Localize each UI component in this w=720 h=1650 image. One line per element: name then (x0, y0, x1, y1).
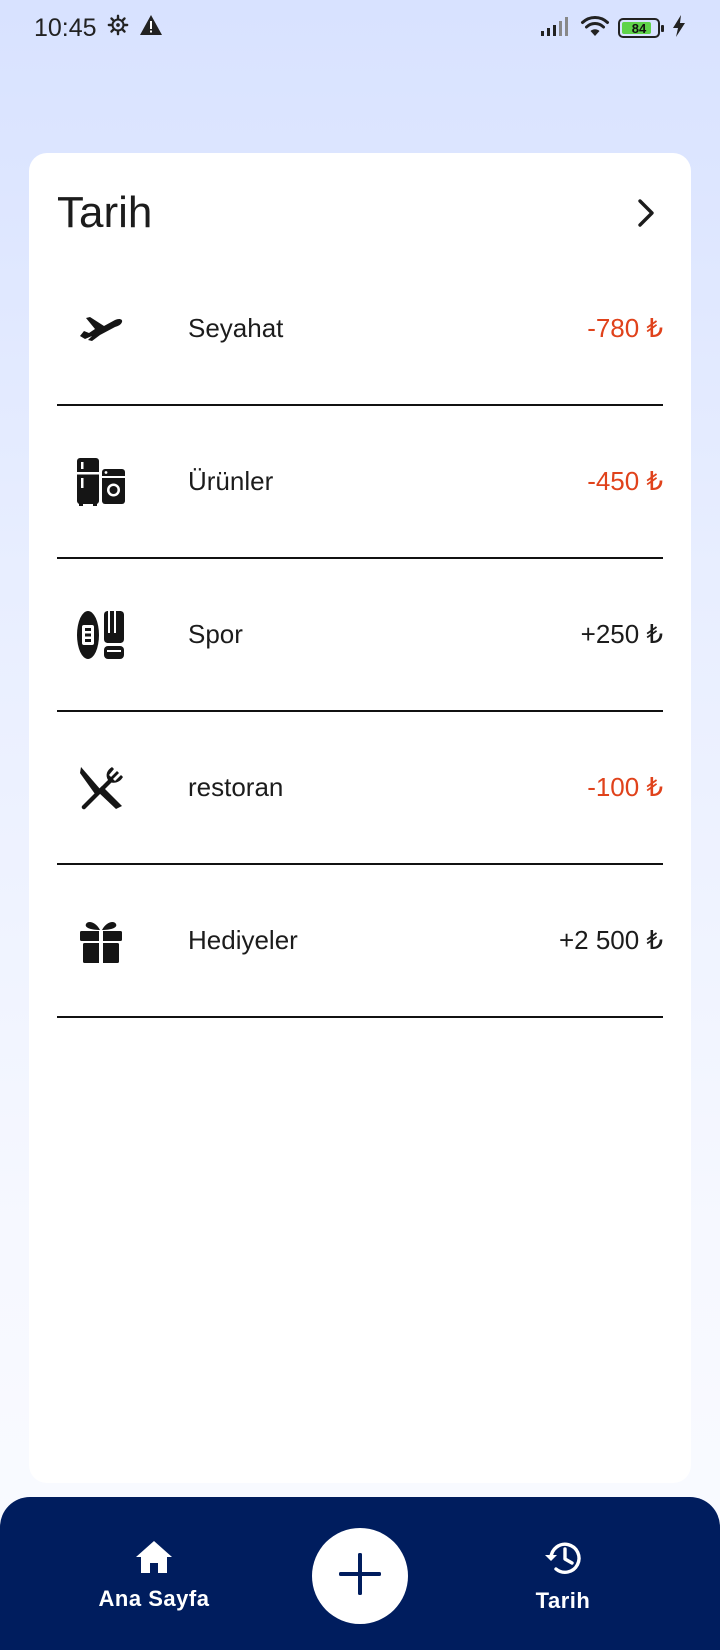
bottom-navigation: Ana Sayfa Tarih (0, 1497, 720, 1650)
chevron-right-icon[interactable] (629, 196, 663, 230)
nav-home-label: Ana Sayfa (98, 1586, 210, 1611)
transaction-amount: -100 ₺ (587, 772, 663, 802)
plus-icon (337, 1551, 383, 1602)
transaction-label: Ürünler (188, 466, 274, 496)
transaction-amount: +250 ₺ (580, 619, 663, 649)
transaction-row[interactable]: Ürünler -450 ₺ (57, 406, 663, 559)
wifi-icon (580, 15, 610, 42)
transaction-row[interactable]: Seyahat -780 ₺ (57, 253, 663, 406)
transaction-label: restoran (188, 772, 284, 802)
nav-history[interactable]: Tarih (483, 1539, 643, 1614)
transaction-label: Spor (188, 619, 243, 649)
transaction-amount: -450 ₺ (587, 466, 663, 496)
sports-icon (57, 605, 145, 665)
add-button[interactable] (312, 1528, 408, 1624)
airplane-icon (57, 299, 145, 359)
status-bar: 10:45 84 (0, 0, 720, 56)
charging-bolt-icon (672, 14, 686, 42)
battery-indicator: 84 (618, 18, 664, 38)
warning-icon (139, 14, 163, 43)
transaction-row[interactable]: Hediyeler +2 500 ₺ (57, 865, 663, 1018)
status-left: 10:45 (34, 14, 163, 43)
transaction-row[interactable]: restoran -100 ₺ (57, 712, 663, 865)
transaction-row[interactable]: Spor +250 ₺ (57, 559, 663, 712)
status-right: 84 (540, 14, 686, 42)
battery-level: 84 (631, 20, 647, 36)
transaction-label: Hediyeler (188, 925, 298, 955)
gift-icon (57, 911, 145, 971)
settings-gear-icon (107, 14, 129, 43)
transaction-label: Seyahat (188, 313, 284, 343)
nav-home[interactable]: Ana Sayfa (74, 1539, 234, 1612)
transaction-list: Seyahat -780 ₺ Ürünler -450 ₺ Spor +250 … (57, 253, 663, 1018)
history-card: Tarih Seyahat -780 ₺ Ürünler -450 ₺ Spor… (29, 153, 691, 1483)
cutlery-icon (57, 758, 145, 818)
transaction-amount: +2 500 ₺ (558, 925, 663, 955)
card-header: Tarih (57, 183, 663, 243)
transaction-amount: -780 ₺ (587, 313, 663, 343)
nav-history-label: Tarih (535, 1588, 591, 1613)
appliances-icon (57, 452, 145, 512)
status-time: 10:45 (34, 13, 97, 42)
history-icon (543, 1539, 583, 1582)
card-title: Tarih (57, 188, 153, 237)
home-icon (134, 1539, 174, 1580)
signal-icon (540, 16, 572, 41)
